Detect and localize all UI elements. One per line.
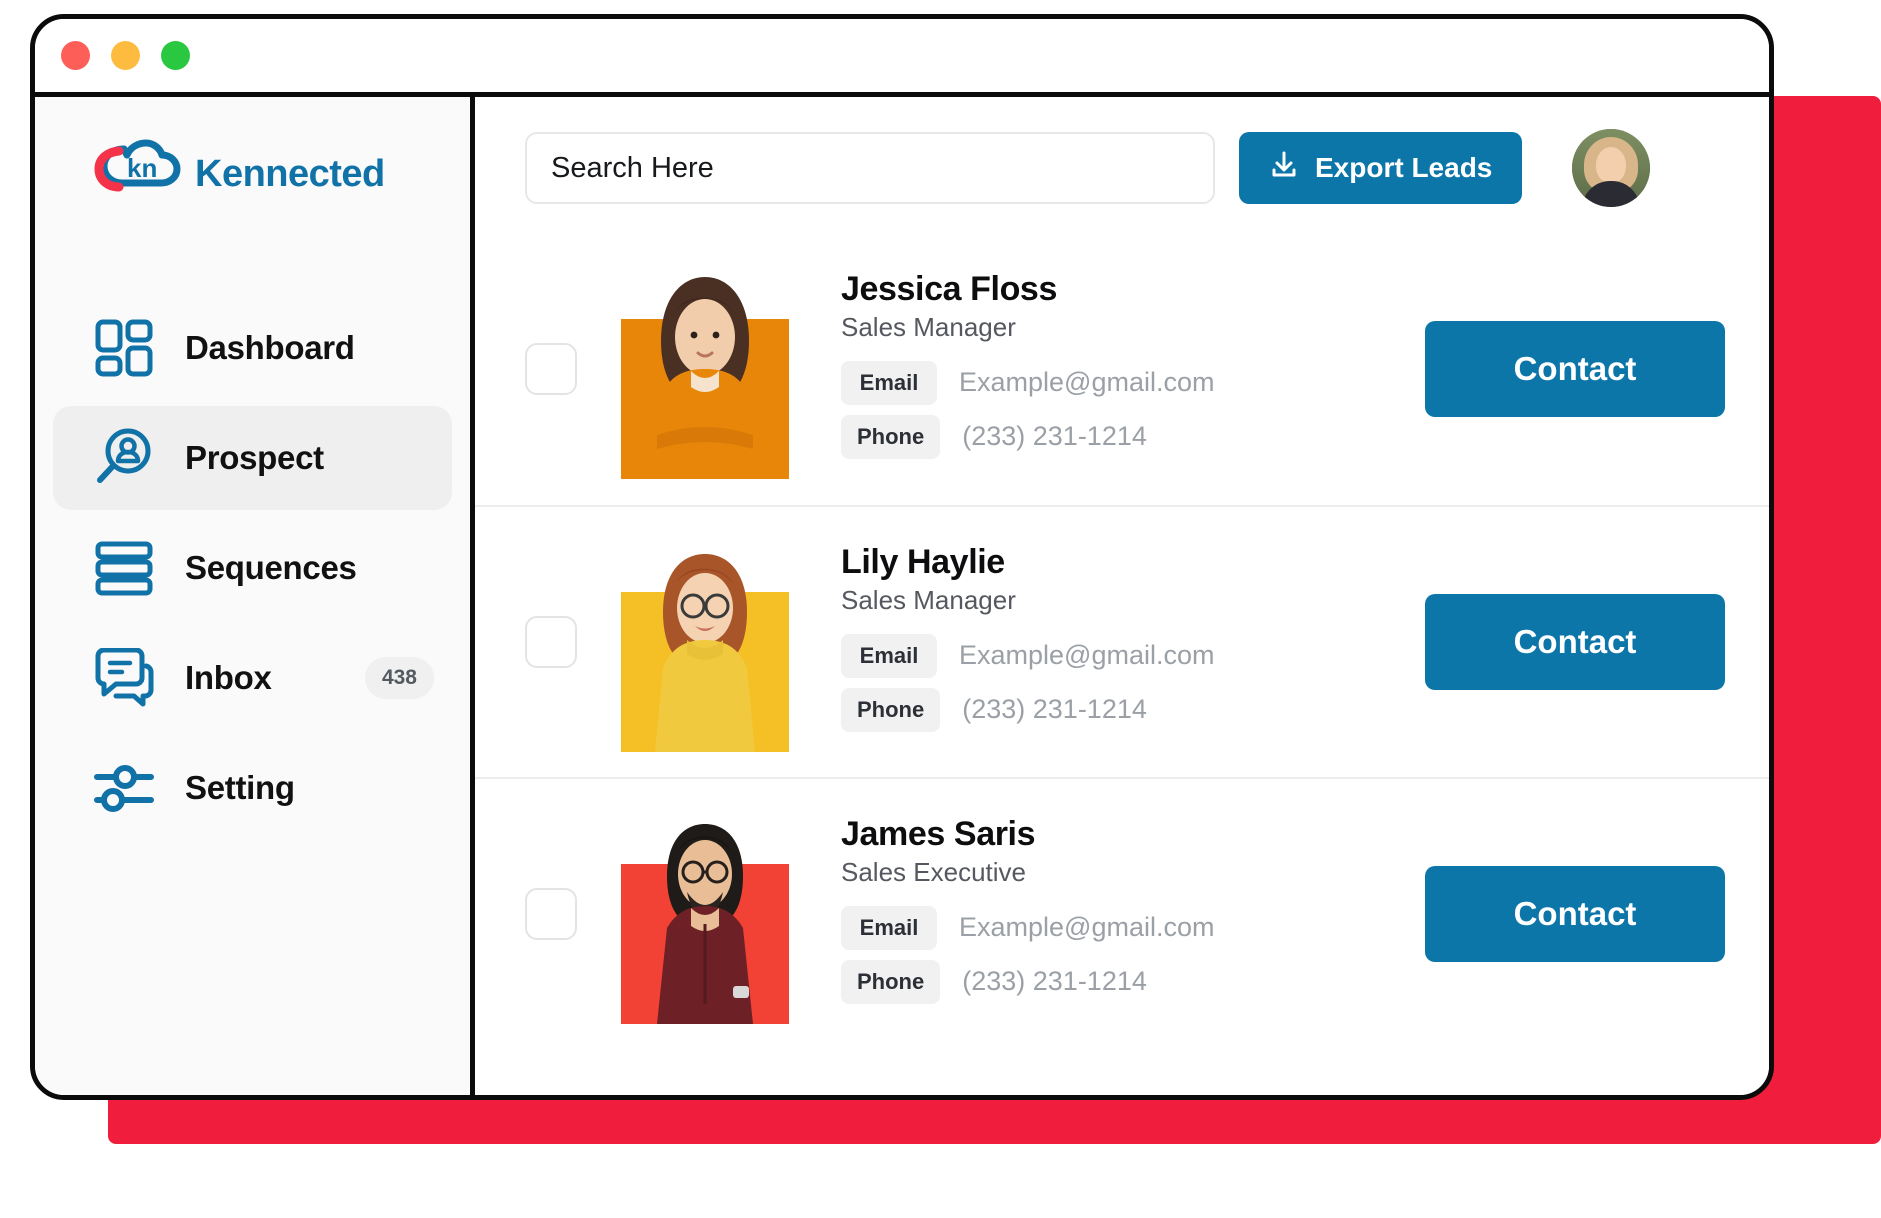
phone-chip-label: Phone <box>841 687 941 732</box>
brand-name: Kennected <box>195 153 385 195</box>
svg-text:kn: kn <box>127 153 157 183</box>
avatar-face <box>1596 147 1627 183</box>
sliders-icon <box>91 762 157 814</box>
contact-button[interactable]: Contact <box>1425 594 1725 690</box>
grid-icon <box>91 318 157 378</box>
sidebar-item-dashboard[interactable]: Dashboard <box>53 296 452 400</box>
lead-email-value: Example@gmail.com <box>959 640 1215 671</box>
phone-chip-label: Phone <box>841 959 941 1004</box>
email-chip-label: Email <box>841 905 937 950</box>
lead-phone-value: (233) 231-1214 <box>962 421 1147 452</box>
contact-button[interactable]: Contact <box>1425 321 1725 417</box>
download-icon <box>1269 150 1299 187</box>
lead-email-row: Email Example@gmail.com <box>841 633 1395 678</box>
person-illustration <box>655 554 755 752</box>
search-input[interactable] <box>551 151 1189 185</box>
lead-phone-row: Phone (233) 231-1214 <box>841 414 1395 459</box>
screenshot-stage: kn Kennected Dashboard Prospect Sequence… <box>0 0 1881 1218</box>
minimize-window-button[interactable] <box>111 41 140 70</box>
lead-name: Lily Haylie <box>841 543 1005 582</box>
lead-name: James Saris <box>841 815 1036 854</box>
person-search-icon <box>91 427 157 489</box>
sidebar-item-label: Inbox <box>185 659 272 696</box>
export-leads-label: Export Leads <box>1315 152 1493 183</box>
export-leads-button[interactable]: Export Leads <box>1239 132 1523 204</box>
sidebar: kn Kennected Dashboard Prospect Sequence… <box>35 97 475 1095</box>
inbox-unread-badge: 438 <box>364 657 434 699</box>
lead-email-value: Example@gmail.com <box>959 367 1215 398</box>
lead-name: Jessica Floss <box>841 270 1057 309</box>
sidebar-item-label: Sequences <box>185 549 357 586</box>
window-body: kn Kennected Dashboard Prospect Sequence… <box>35 97 1769 1095</box>
lead-email-row: Email Example@gmail.com <box>841 360 1395 405</box>
table-row: James Saris Sales Executive Email Exampl… <box>475 777 1769 1049</box>
lead-phone-value: (233) 231-1214 <box>962 694 1147 725</box>
sidebar-item-inbox[interactable]: Inbox 438 <box>53 626 452 730</box>
sidebar-item-setting[interactable]: Setting <box>53 736 452 840</box>
sidebar-item-label: Dashboard <box>185 329 355 366</box>
brand-logo[interactable]: kn Kennected <box>35 131 470 210</box>
lead-info: Jessica Floss Sales Manager Email Exampl… <box>841 269 1395 468</box>
lead-phone-row: Phone (233) 231-1214 <box>841 687 1395 732</box>
close-window-button[interactable] <box>61 41 90 70</box>
sidebar-item-prospect[interactable]: Prospect <box>53 406 452 510</box>
lead-photo <box>621 804 789 1024</box>
leads-list: Jessica Floss Sales Manager Email Exampl… <box>475 233 1769 1095</box>
lead-phone-value: (233) 231-1214 <box>962 966 1147 997</box>
sidebar-item-label: Setting <box>185 769 295 806</box>
table-row: Lily Haylie Sales Manager Email Example@… <box>475 505 1769 777</box>
maximize-window-button[interactable] <box>161 41 190 70</box>
person-illustration <box>657 824 753 1024</box>
phone-chip-label: Phone <box>841 414 941 459</box>
lead-phone-row: Phone (233) 231-1214 <box>841 959 1395 1004</box>
window-titlebar <box>35 19 1769 97</box>
lead-photo <box>621 532 789 752</box>
topbar: Export Leads <box>475 97 1769 233</box>
chat-bubbles-icon <box>91 648 157 708</box>
sidebar-item-sequences[interactable]: Sequences <box>53 516 452 620</box>
lead-email-value: Example@gmail.com <box>959 912 1215 943</box>
app-window: kn Kennected Dashboard Prospect Sequence… <box>30 14 1774 1100</box>
main-content: Export Leads <box>475 97 1769 1095</box>
table-row: Jessica Floss Sales Manager Email Exampl… <box>475 233 1769 505</box>
lead-select-checkbox[interactable] <box>525 888 577 940</box>
lead-select-checkbox[interactable] <box>525 616 577 668</box>
lead-photo <box>621 259 789 479</box>
avatar[interactable] <box>1572 129 1651 207</box>
email-chip-label: Email <box>841 633 937 678</box>
person-illustration <box>653 277 757 479</box>
lead-info: Lily Haylie Sales Manager Email Example@… <box>841 542 1395 741</box>
search-field-wrapper[interactable] <box>525 132 1215 204</box>
lead-role: Sales Executive <box>841 856 1026 887</box>
lead-role: Sales Manager <box>841 311 1016 342</box>
contact-button[interactable]: Contact <box>1425 866 1725 962</box>
stacked-bars-icon <box>91 539 157 597</box>
lead-email-row: Email Example@gmail.com <box>841 905 1395 950</box>
lead-info: James Saris Sales Executive Email Exampl… <box>841 814 1395 1013</box>
kennected-cloud-icon: kn <box>91 139 183 210</box>
sidebar-nav: Dashboard Prospect Sequences Inbox 438 S… <box>35 296 470 840</box>
lead-select-checkbox[interactable] <box>525 343 577 395</box>
sidebar-item-label: Prospect <box>185 439 324 476</box>
email-chip-label: Email <box>841 360 937 405</box>
lead-role: Sales Manager <box>841 584 1016 615</box>
